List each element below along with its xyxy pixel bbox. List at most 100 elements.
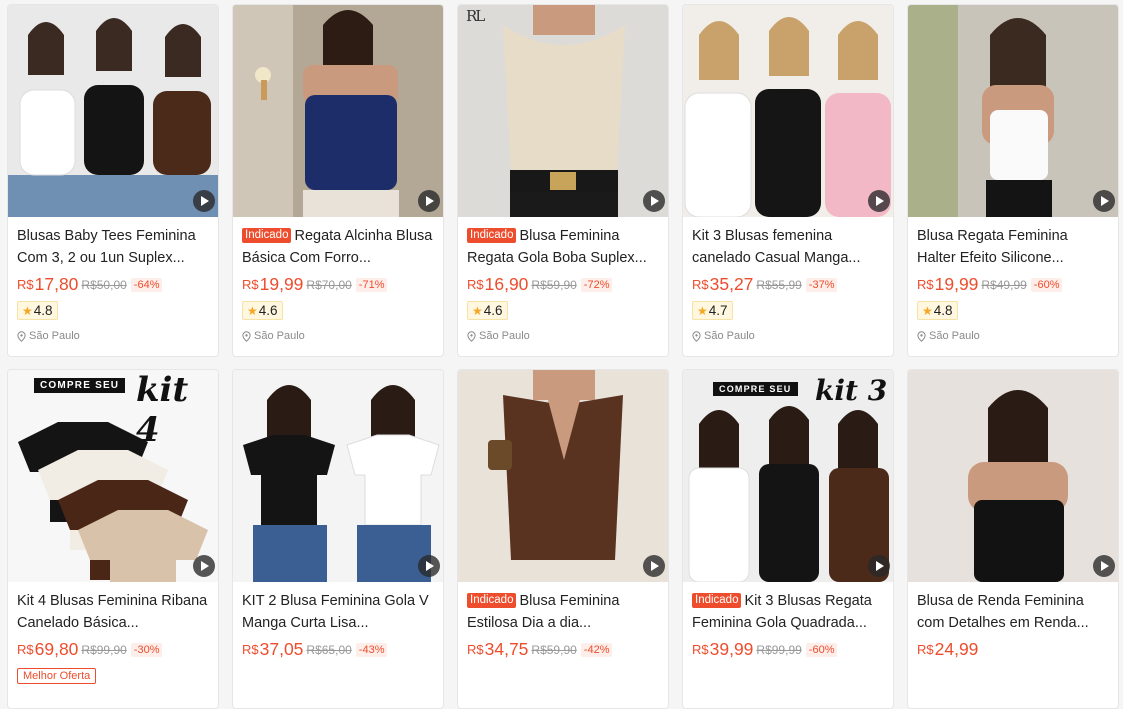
product-title[interactable]: Kit 4 Blusas Feminina Ribana Canelado Bá… bbox=[17, 591, 209, 634]
play-icon[interactable] bbox=[193, 555, 215, 577]
compre-seu-banner: COMPRE SEU bbox=[34, 378, 126, 393]
product-title-text: Blusas Baby Tees Feminina Com 3, 2 ou 1u… bbox=[17, 228, 196, 266]
product-card[interactable]: COMPRE SEU kit 3 Indicado Kit 3 Blusas Re… bbox=[682, 369, 894, 709]
star-icon: ★ bbox=[247, 303, 258, 318]
product-image[interactable] bbox=[908, 370, 1118, 582]
star-icon: ★ bbox=[472, 303, 483, 318]
currency: R$ bbox=[242, 642, 259, 657]
product-image[interactable]: RL bbox=[458, 5, 668, 217]
original-price: R$59,90 bbox=[531, 642, 577, 657]
play-icon[interactable] bbox=[643, 190, 665, 212]
discount-badge: -64% bbox=[130, 277, 163, 292]
star-icon: ★ bbox=[697, 303, 708, 318]
product-card[interactable]: Kit 3 Blusas femenina canelado Casual Ma… bbox=[682, 4, 894, 357]
original-price: R$99,90 bbox=[81, 642, 127, 657]
location-pin-icon bbox=[467, 330, 476, 342]
star-icon: ★ bbox=[922, 303, 933, 318]
price: 69,80 bbox=[34, 639, 79, 659]
product-title-text: Kit 3 Blusas femenina canelado Casual Ma… bbox=[692, 228, 861, 266]
product-image[interactable]: COMPRE SEU kit 3 bbox=[683, 370, 893, 582]
product-title[interactable]: Blusa de Renda Feminina com Detalhes em … bbox=[917, 591, 1109, 634]
product-title[interactable]: Blusa Regata Feminina Halter Efeito Sili… bbox=[917, 226, 1109, 269]
currency: R$ bbox=[17, 277, 34, 292]
product-image[interactable] bbox=[233, 5, 443, 217]
indicado-badge: Indicado bbox=[692, 593, 742, 608]
product-photo bbox=[458, 5, 668, 217]
price: 17,80 bbox=[34, 274, 79, 294]
product-image[interactable] bbox=[233, 370, 443, 582]
play-icon[interactable] bbox=[1093, 190, 1115, 212]
product-card[interactable]: Blusa Regata Feminina Halter Efeito Sili… bbox=[907, 4, 1119, 357]
product-card[interactable]: RL Indicado Blusa Feminina Regata Gola Bo… bbox=[457, 4, 669, 357]
indicado-badge: Indicado bbox=[467, 593, 517, 608]
product-card[interactable]: Blusas Baby Tees Feminina Com 3, 2 ou 1u… bbox=[7, 4, 219, 357]
product-title[interactable]: Indicado Regata Alcinha Blusa Básica Com … bbox=[242, 226, 434, 269]
product-card[interactable]: Indicado Blusa Feminina Estilosa Dia a di… bbox=[457, 369, 669, 709]
play-icon[interactable] bbox=[418, 190, 440, 212]
product-image[interactable] bbox=[908, 5, 1118, 217]
product-image[interactable] bbox=[683, 5, 893, 217]
price: 16,90 bbox=[484, 274, 529, 294]
price-row: R$ 37,05 R$65,00 -43% bbox=[242, 639, 434, 660]
product-image[interactable] bbox=[8, 5, 218, 217]
product-photo bbox=[233, 5, 443, 217]
product-title[interactable]: KIT 2 Blusa Feminina Gola V Manga Curta … bbox=[242, 591, 434, 634]
play-icon[interactable] bbox=[418, 555, 440, 577]
product-photo bbox=[683, 5, 893, 217]
product-title[interactable]: Indicado Blusa Feminina Estilosa Dia a di… bbox=[467, 591, 659, 634]
discount-badge: -60% bbox=[805, 642, 838, 657]
product-image[interactable]: COMPRE SEU kit 4 bbox=[8, 370, 218, 582]
location-pin-icon bbox=[242, 330, 251, 342]
play-icon[interactable] bbox=[1093, 555, 1115, 577]
melhor-oferta-tag: Melhor Oferta bbox=[17, 668, 97, 684]
price: 39,99 bbox=[709, 639, 754, 659]
original-price: R$70,00 bbox=[306, 277, 352, 292]
rating-value: 4.6 bbox=[483, 303, 503, 318]
play-icon[interactable] bbox=[868, 555, 890, 577]
location-text: São Paulo bbox=[254, 330, 305, 342]
play-icon[interactable] bbox=[193, 190, 215, 212]
rating-badge: ★ 4.7 bbox=[692, 301, 733, 320]
star-icon: ★ bbox=[22, 303, 33, 318]
price: 37,05 bbox=[259, 639, 304, 659]
product-title[interactable]: Blusas Baby Tees Feminina Com 3, 2 ou 1u… bbox=[17, 226, 209, 269]
product-card[interactable]: Indicado Regata Alcinha Blusa Básica Com … bbox=[232, 4, 444, 357]
product-title[interactable]: Indicado Blusa Feminina Regata Gola Boba … bbox=[467, 226, 659, 269]
rating-value: 4.8 bbox=[33, 303, 53, 318]
play-icon[interactable] bbox=[643, 555, 665, 577]
discount-badge: -42% bbox=[580, 642, 613, 657]
product-title[interactable]: Indicado Kit 3 Blusas Regata Feminina Gol… bbox=[692, 591, 884, 634]
product-card[interactable]: COMPRE SEU kit 4 Kit 4 Blusas Feminina R… bbox=[7, 369, 219, 709]
discount-badge: -43% bbox=[355, 642, 388, 657]
price: 34,75 bbox=[484, 639, 529, 659]
currency: R$ bbox=[17, 642, 34, 657]
price-row: R$ 39,99 R$99,99 -60% bbox=[692, 639, 884, 660]
brand-logo: RL bbox=[466, 7, 485, 25]
location: São Paulo bbox=[917, 330, 1109, 342]
location-pin-icon bbox=[692, 330, 701, 342]
location: São Paulo bbox=[692, 330, 884, 342]
product-title-text: Kit 4 Blusas Feminina Ribana Canelado Bá… bbox=[17, 593, 208, 631]
location-pin-icon bbox=[917, 330, 926, 342]
play-icon[interactable] bbox=[868, 190, 890, 212]
product-title[interactable]: Kit 3 Blusas femenina canelado Casual Ma… bbox=[692, 226, 884, 269]
rating-badge: ★ 4.8 bbox=[917, 301, 958, 320]
kit-label: kit 4 bbox=[136, 370, 189, 450]
product-photo bbox=[8, 5, 218, 217]
discount-badge: -72% bbox=[580, 277, 613, 292]
price: 19,99 bbox=[259, 274, 304, 294]
indicado-badge: Indicado bbox=[467, 228, 517, 243]
discount-badge: -71% bbox=[355, 277, 388, 292]
discount-badge: -60% bbox=[1030, 277, 1063, 292]
compre-seu-banner: COMPRE SEU bbox=[713, 382, 798, 396]
price-row: R$ 35,27 R$55,99 -37% bbox=[692, 274, 884, 295]
price-row: R$ 24,99 bbox=[917, 639, 1109, 660]
product-card[interactable]: Blusa de Renda Feminina com Detalhes em … bbox=[907, 369, 1119, 709]
location: São Paulo bbox=[242, 330, 434, 342]
price: 19,99 bbox=[934, 274, 979, 294]
product-photo bbox=[908, 370, 1118, 582]
product-image[interactable] bbox=[458, 370, 668, 582]
original-price: R$55,99 bbox=[756, 277, 802, 292]
location: São Paulo bbox=[467, 330, 659, 342]
product-card[interactable]: KIT 2 Blusa Feminina Gola V Manga Curta … bbox=[232, 369, 444, 709]
